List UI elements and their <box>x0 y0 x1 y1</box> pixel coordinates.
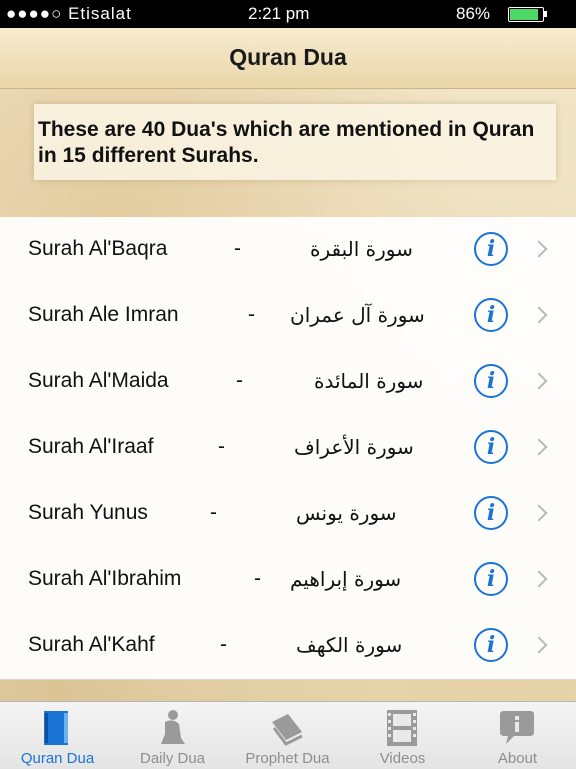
name-separator: - <box>234 237 241 260</box>
chevron-right-icon <box>530 504 548 522</box>
surah-row[interactable]: Surah Al'Kahf - سورة الكهف i <box>0 613 576 680</box>
clock: 2:21 pm <box>248 4 310 23</box>
info-icon[interactable]: i <box>474 232 508 266</box>
surah-english-name: Surah Al'Ibrahim <box>28 567 182 590</box>
surah-row[interactable]: Surah Ale Imran - سورة آل عمران i <box>0 283 576 350</box>
tab-bar: Quran Dua Daily Dua Prophet Dua Videos About <box>0 701 576 769</box>
chevron-right-icon <box>530 372 548 390</box>
surah-english-name: Surah Al'Iraaf <box>28 435 154 458</box>
surah-english-name: Surah Yunus <box>28 501 148 524</box>
surah-arabic-name: سورة إبراهيم <box>290 567 402 591</box>
info-bubble-icon <box>496 708 538 748</box>
surah-row[interactable]: Surah Al'Iraaf - سورة الأعراف i <box>0 415 576 482</box>
praying-person-icon <box>151 708 193 748</box>
battery-percent: 86% <box>456 4 491 23</box>
tab-quran-dua[interactable]: Quran Dua <box>0 702 115 769</box>
info-icon[interactable]: i <box>474 298 508 332</box>
navigation-bar: Quran Dua <box>0 28 576 89</box>
tab-label: Quran Dua <box>20 750 95 767</box>
tab-videos[interactable]: Videos <box>345 702 460 769</box>
surah-arabic-name: سورة الأعراف <box>294 435 414 459</box>
chevron-right-icon <box>530 240 548 258</box>
info-icon[interactable]: i <box>474 496 508 530</box>
intro-text: These are 40 Dua's which are mentioned i… <box>38 118 535 167</box>
tab-label: About <box>497 750 538 767</box>
surah-arabic-name: سورة المائدة <box>314 369 424 393</box>
tab-about[interactable]: About <box>460 702 575 769</box>
surah-row[interactable]: Surah Yunus - سورة يونس i <box>0 481 576 548</box>
info-icon[interactable]: i <box>474 430 508 464</box>
info-icon[interactable]: i <box>474 364 508 398</box>
info-icon[interactable]: i <box>474 628 508 662</box>
battery-cap <box>544 11 547 17</box>
surah-arabic-name: سورة الكهف <box>296 633 403 657</box>
page-title: Quran Dua <box>229 44 347 70</box>
surah-row[interactable]: Surah Al'Ibrahim - سورة إبراهيم i <box>0 547 576 614</box>
surah-english-name: Surah Al'Maida <box>28 369 169 392</box>
chevron-right-icon <box>530 438 548 456</box>
surah-english-name: Surah Al'Baqra <box>28 237 168 260</box>
tab-label: Daily Dua <box>139 750 206 767</box>
name-separator: - <box>218 435 225 458</box>
battery-icon <box>508 7 544 22</box>
status-bar: ●●●●○ Etisalat 2:21 pm 86% <box>0 0 576 28</box>
name-separator: - <box>236 369 243 392</box>
tab-daily-dua[interactable]: Daily Dua <box>115 702 230 769</box>
surah-arabic-name: سورة البقرة <box>310 237 413 261</box>
tab-label: Videos <box>379 750 426 767</box>
name-separator: - <box>220 633 227 656</box>
name-separator: - <box>210 501 217 524</box>
tab-prophet-dua[interactable]: Prophet Dua <box>230 702 345 769</box>
chevron-right-icon <box>530 306 548 324</box>
surah-arabic-name: سورة آل عمران <box>290 303 425 327</box>
film-strip-icon <box>381 708 423 748</box>
chevron-right-icon <box>530 636 548 654</box>
surah-arabic-name: سورة يونس <box>296 501 397 525</box>
name-separator: - <box>254 567 261 590</box>
surah-row[interactable]: Surah Al'Maida - سورة المائدة i <box>0 349 576 416</box>
quran-book-icon <box>36 708 78 748</box>
surah-english-name: Surah Ale Imran <box>28 303 179 326</box>
surah-english-name: Surah Al'Kahf <box>28 633 155 656</box>
tab-label: Prophet Dua <box>245 750 330 767</box>
intro-panel: These are 40 Dua's which are mentioned i… <box>34 104 556 180</box>
surah-list: Surah Al'Baqra - سورة البقرة i Surah Ale Imr… <box>0 217 576 680</box>
name-separator: - <box>248 303 255 326</box>
carrier-label: ●●●●○ Etisalat <box>6 4 132 23</box>
surah-row[interactable]: Surah Al'Baqra - سورة البقرة i <box>0 217 576 284</box>
info-icon[interactable]: i <box>474 562 508 596</box>
chevron-right-icon <box>530 570 548 588</box>
open-book-icon <box>266 708 308 748</box>
